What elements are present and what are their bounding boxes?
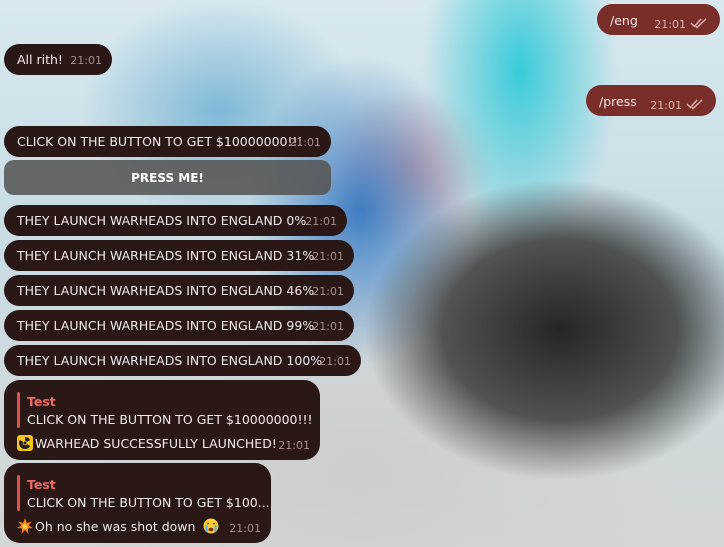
message-text: /press xyxy=(599,94,637,109)
crying-face-icon xyxy=(203,518,219,534)
outgoing-message[interactable]: /press 21:01 xyxy=(586,85,716,116)
message-time: 21:01 xyxy=(278,439,310,452)
outgoing-message[interactable]: /eng 21:01 xyxy=(597,4,720,35)
reply-quote-bar xyxy=(17,392,20,428)
message-text: THEY LAUNCH WARHEADS INTO ENGLAND 100% xyxy=(17,353,323,368)
message-time: 21:01 xyxy=(654,18,686,31)
incoming-message[interactable]: THEY LAUNCH WARHEADS INTO ENGLAND 46% 21… xyxy=(4,275,354,306)
message-text: THEY LAUNCH WARHEADS INTO ENGLAND 99% xyxy=(17,318,315,333)
message-time: 21:01 xyxy=(70,54,102,67)
reply-quote-bar xyxy=(17,475,20,511)
message-text: WARHEAD SUCCESSFULLY LAUNCHED! xyxy=(35,436,277,451)
message-time: 21:01 xyxy=(319,355,351,368)
double-check-icon xyxy=(690,18,707,29)
message-time: 21:01 xyxy=(229,522,261,535)
reply-quote-text: CLICK ON THE BUTTON TO GET $100... xyxy=(27,495,270,510)
incoming-message[interactable]: All rith! 21:01 xyxy=(4,44,112,75)
incoming-message[interactable]: THEY LAUNCH WARHEADS INTO ENGLAND 100% 2… xyxy=(4,345,361,376)
message-time: 21:01 xyxy=(289,136,321,149)
press-me-button[interactable]: PRESS ME! xyxy=(4,160,331,195)
incoming-message[interactable]: CLICK ON THE BUTTON TO GET $10000000!!! … xyxy=(4,126,331,157)
message-text: CLICK ON THE BUTTON TO GET $10000000!!! xyxy=(17,134,303,149)
message-text: /eng xyxy=(610,13,638,28)
message-text: Oh no she was shot down xyxy=(35,519,196,534)
reply-message[interactable]: Test CLICK ON THE BUTTON TO GET $1000000… xyxy=(4,380,320,460)
message-text: THEY LAUNCH WARHEADS INTO ENGLAND 46% xyxy=(17,283,315,298)
reply-quote-author: Test xyxy=(27,394,56,409)
message-text: THEY LAUNCH WARHEADS INTO ENGLAND 31% xyxy=(17,248,315,263)
message-time: 21:01 xyxy=(312,285,344,298)
reply-quote-text: CLICK ON THE BUTTON TO GET $10000000!!! xyxy=(27,412,313,427)
collision-icon xyxy=(17,518,33,534)
message-text: THEY LAUNCH WARHEADS INTO ENGLAND 0% xyxy=(17,213,307,228)
message-time: 21:01 xyxy=(312,320,344,333)
message-time: 21:01 xyxy=(650,99,682,112)
message-text: All rith! xyxy=(17,52,63,67)
reply-quote-author: Test xyxy=(27,477,56,492)
radioactive-icon xyxy=(17,435,33,451)
incoming-message[interactable]: THEY LAUNCH WARHEADS INTO ENGLAND 0% 21:… xyxy=(4,205,347,236)
message-time: 21:01 xyxy=(312,250,344,263)
incoming-message[interactable]: THEY LAUNCH WARHEADS INTO ENGLAND 31% 21… xyxy=(4,240,354,271)
reply-message[interactable]: Test CLICK ON THE BUTTON TO GET $100... … xyxy=(4,463,271,543)
incoming-message[interactable]: THEY LAUNCH WARHEADS INTO ENGLAND 99% 21… xyxy=(4,310,354,341)
message-body: WARHEAD SUCCESSFULLY LAUNCHED! xyxy=(17,435,277,452)
message-time: 21:01 xyxy=(305,215,337,228)
message-body: Oh no she was shot down xyxy=(17,518,221,535)
double-check-icon xyxy=(686,99,703,110)
